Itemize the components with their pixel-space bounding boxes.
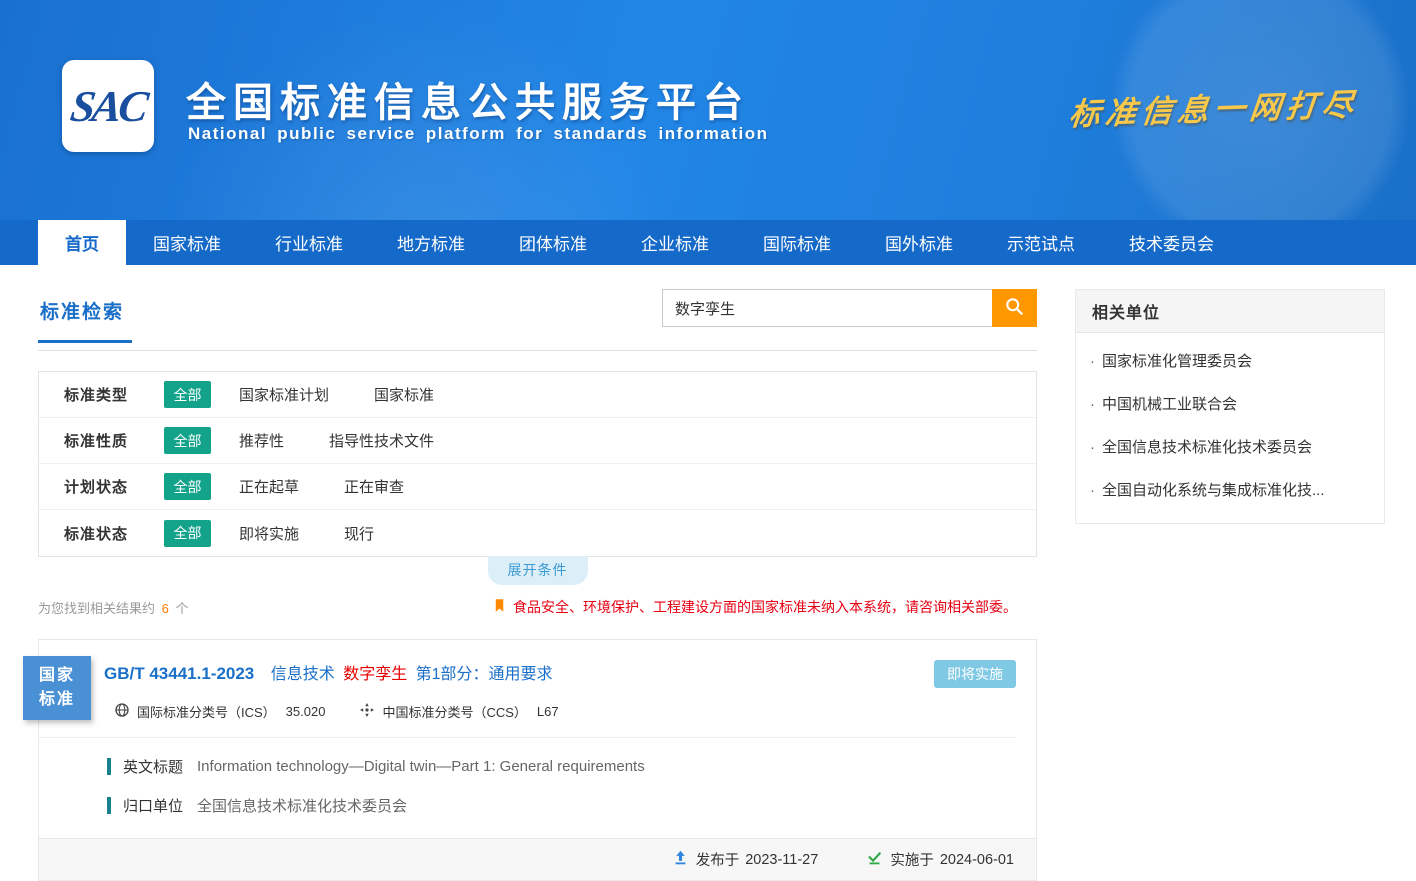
english-title-row: 英文标题 Information technology—Digital twin… (107, 756, 1016, 777)
publish-icon (672, 849, 696, 870)
expand-conditions-button[interactable]: 展开条件 (488, 556, 588, 585)
publish-label: 发布于 (696, 849, 740, 870)
nav-item-foreign-standards[interactable]: 国外标准 (858, 220, 980, 265)
search-box (662, 289, 1037, 327)
implement-label: 实施于 (890, 849, 934, 870)
result-count-number: 6 (162, 601, 169, 616)
site-title: 全国标准信息公共服务平台 (186, 70, 750, 128)
filter-all-button[interactable]: 全部 (164, 473, 211, 500)
filter-option[interactable]: 正在审查 (344, 476, 404, 497)
standard-title-highlight: 数字孪生 (343, 666, 407, 683)
filter-option[interactable]: 指导性技术文件 (329, 430, 434, 451)
search-icon (1004, 296, 1025, 320)
english-title-label: 英文标题 (123, 756, 183, 777)
tab-standard-search[interactable]: 标准检索 (38, 289, 132, 343)
ics-group: 国际标准分类号（ICS） 35.020 (114, 702, 325, 721)
related-units-panel: 相关单位 国家标准化管理委员会 中国机械工业联合会 全国信息技术标准化技术委员会… (1075, 289, 1385, 524)
filter-all-button[interactable]: 全部 (164, 427, 211, 454)
left-column: 标准检索 标准类型 全部 国家标准计划 国家标准 标准性质 全部 推荐性 (38, 289, 1037, 881)
right-column: 相关单位 国家标准化管理委员会 中国机械工业联合会 全国信息技术标准化技术委员会… (1075, 289, 1385, 881)
filter-option[interactable]: 正在起草 (239, 476, 299, 497)
sac-logo-text: SAC (67, 81, 148, 132)
publish-date: 2023-11-27 (745, 852, 818, 868)
implement-icon (866, 849, 890, 870)
nav-item-pilot[interactable]: 示范试点 (980, 220, 1102, 265)
nav-item-local-standards[interactable]: 地方标准 (370, 220, 492, 265)
result-count: 为您找到相关结果约 6 个 (38, 598, 189, 617)
ics-label: 国际标准分类号（ICS） (137, 702, 276, 721)
search-tab-row: 标准检索 (38, 289, 1037, 351)
ccs-group: 中国标准分类号（CCS） L67 (359, 702, 558, 721)
sidebar-item-it-standardization-committee[interactable]: 全国信息技术标准化技术委员会 (1090, 425, 1370, 468)
related-units-list: 国家标准化管理委员会 中国机械工业联合会 全国信息技术标准化技术委员会 全国自动… (1076, 333, 1384, 523)
filter-label: 标准类型 (64, 384, 164, 405)
search-input[interactable] (662, 289, 992, 327)
filter-option[interactable]: 即将实施 (239, 523, 299, 544)
site-subtitle: National public service platform for sta… (188, 124, 768, 144)
compass-icon (359, 702, 382, 721)
sac-logo: SAC (62, 60, 154, 152)
filter-row-standard-status: 标准状态 全部 即将实施 现行 (39, 510, 1036, 556)
standard-title-link[interactable]: GB/T 43441.1-2023 信息技术 数字孪生 第1部分：通用要求 (104, 660, 553, 684)
filter-all-button[interactable]: 全部 (164, 381, 211, 408)
filter-option[interactable]: 现行 (344, 523, 374, 544)
badge-line1: 国家 (23, 664, 91, 688)
site-slogan: 标准信息一网打尽 (1067, 79, 1361, 134)
related-units-title: 相关单位 (1076, 290, 1384, 333)
system-notice: 食品安全、环境保护、工程建设方面的国家标准未纳入本系统，请咨询相关部委。 (492, 597, 1017, 617)
search-button[interactable] (992, 289, 1037, 327)
sidebar-item-sac[interactable]: 国家标准化管理委员会 (1090, 339, 1370, 382)
filter-label: 标准状态 (64, 523, 164, 544)
result-info-row: 为您找到相关结果约 6 个 食品安全、环境保护、工程建设方面的国家标准未纳入本系… (38, 597, 1037, 617)
notice-text: 食品安全、环境保护、工程建设方面的国家标准未纳入本系统，请咨询相关部委。 (513, 597, 1017, 617)
committee-label: 归口单位 (123, 795, 183, 816)
nav-item-enterprise-standards[interactable]: 企业标准 (614, 220, 736, 265)
site-header: SAC 全国标准信息公共服务平台 National public service… (0, 0, 1416, 220)
filter-label: 计划状态 (64, 476, 164, 497)
ccs-value: L67 (537, 704, 559, 719)
filter-option[interactable]: 推荐性 (239, 430, 284, 451)
filter-panel: 标准类型 全部 国家标准计划 国家标准 标准性质 全部 推荐性 指导性技术文件 … (38, 371, 1037, 557)
standard-title-part2: 第1部分：通用要求 (416, 666, 553, 683)
filter-option[interactable]: 国家标准计划 (239, 384, 329, 405)
result-count-suffix: 个 (176, 601, 189, 616)
card-footer: 发布于 2023-11-27 实施于 2024-06-01 (39, 838, 1036, 880)
nav-item-home[interactable]: 首页 (38, 220, 126, 265)
committee-value[interactable]: 全国信息技术标准化技术委员会 (197, 795, 407, 816)
teal-bar (107, 758, 111, 775)
card-title-row: GB/T 43441.1-2023 信息技术 数字孪生 第1部分：通用要求 即将… (39, 640, 1036, 688)
english-title-value: Information technology—Digital twin—Part… (197, 758, 645, 775)
filter-option[interactable]: 国家标准 (374, 384, 434, 405)
nav-item-national-standards[interactable]: 国家标准 (126, 220, 248, 265)
status-badge: 即将实施 (934, 660, 1016, 688)
implement-date-item: 实施于 2024-06-01 (866, 849, 1014, 870)
national-standard-badge[interactable]: 国家 标准 (23, 656, 91, 720)
committee-row: 归口单位 全国信息技术标准化技术委员会 (107, 795, 1016, 816)
publish-date-item: 发布于 2023-11-27 (672, 849, 819, 870)
card-meta-row: 国际标准分类号（ICS） 35.020 中国标准分类号（CCS） L67 (39, 688, 1016, 738)
filter-row-plan-status: 计划状态 全部 正在起草 正在审查 (39, 464, 1036, 510)
filter-row-standard-nature: 标准性质 全部 推荐性 指导性技术文件 (39, 418, 1036, 464)
sidebar-item-automation-committee[interactable]: 全国自动化系统与集成标准化技... (1090, 468, 1370, 511)
filter-row-standard-type: 标准类型 全部 国家标准计划 国家标准 (39, 372, 1036, 418)
standard-title-part1: 信息技术 (271, 666, 335, 683)
nav-item-international-standards[interactable]: 国际标准 (736, 220, 858, 265)
standard-code: GB/T 43441.1-2023 (104, 664, 254, 683)
globe-icon (114, 702, 137, 721)
badge-line2: 标准 (23, 688, 91, 712)
nav-item-group-standards[interactable]: 团体标准 (492, 220, 614, 265)
implement-date: 2024-06-01 (940, 852, 1014, 868)
bookmark-icon (492, 598, 513, 616)
sidebar-item-machinery-federation[interactable]: 中国机械工业联合会 (1090, 382, 1370, 425)
main-content: 标准检索 标准类型 全部 国家标准计划 国家标准 标准性质 全部 推荐性 (0, 265, 1416, 881)
main-nav: 首页 国家标准 行业标准 地方标准 团体标准 企业标准 国际标准 国外标准 示范… (0, 220, 1416, 265)
ccs-label: 中国标准分类号（CCS） (382, 702, 526, 721)
ics-value: 35.020 (286, 704, 326, 719)
nav-item-industry-standards[interactable]: 行业标准 (248, 220, 370, 265)
filter-all-button[interactable]: 全部 (164, 520, 211, 547)
nav-item-technical-committee[interactable]: 技术委员会 (1102, 220, 1241, 265)
teal-bar (107, 797, 111, 814)
filter-label: 标准性质 (64, 430, 164, 451)
result-count-prefix: 为您找到相关结果约 (38, 601, 155, 616)
